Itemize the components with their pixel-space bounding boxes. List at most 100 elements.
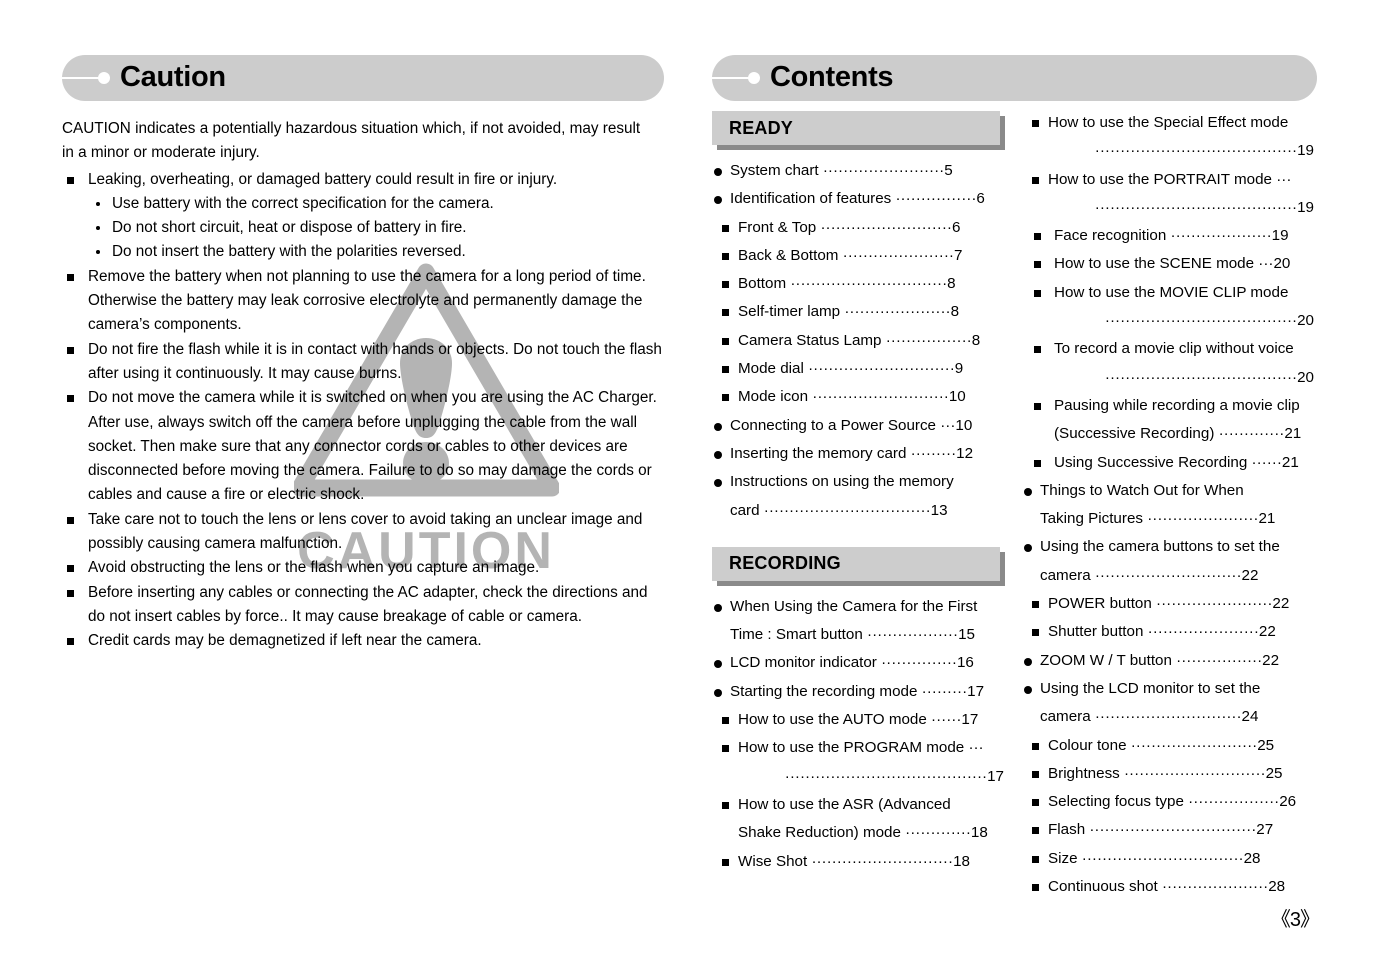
caution-item-text: Avoid obstructing the lens or the flash … bbox=[88, 559, 540, 577]
toc-leader: ················· bbox=[881, 331, 972, 349]
square-bullet-icon bbox=[722, 337, 729, 345]
caution-subitem-text: Use battery with the correct specificati… bbox=[112, 194, 494, 212]
square-bullet-icon bbox=[67, 565, 74, 573]
square-bullet-icon bbox=[722, 858, 729, 866]
toc-entry[interactable]: Using Successive Recording ······21 bbox=[1022, 449, 1314, 477]
document-page: Caution CAUTION CAUTION indicates a pote… bbox=[0, 0, 1381, 954]
round-bullet-icon bbox=[714, 422, 722, 431]
square-bullet-icon bbox=[67, 176, 74, 184]
toc-entry[interactable]: Bottom ·······························8 bbox=[712, 270, 1004, 298]
caution-item-text: Do not fire the flash while it is in con… bbox=[88, 340, 662, 382]
toc-entry[interactable]: Camera Status Lamp ·················8 bbox=[712, 327, 1004, 355]
toc-entry-continued[interactable]: Taking Pictures ······················21 bbox=[1022, 505, 1314, 533]
toc-entry[interactable]: Self-timer lamp ·····················8 bbox=[712, 298, 1004, 326]
caution-item-text: Before inserting any cables or connectin… bbox=[88, 583, 648, 625]
toc-entry[interactable]: Wise Shot ····························18 bbox=[712, 848, 1004, 876]
toc-page-number: 18 bbox=[970, 824, 988, 842]
toc-list-continued: How to use the Special Effect mode ······… bbox=[1022, 109, 1314, 901]
toc-list-recording: When Using the Camera for the First Time … bbox=[712, 593, 1004, 876]
toc-entry[interactable]: How to use the PORTRAIT mode ··· bbox=[1022, 166, 1314, 194]
toc-leader: ·················· bbox=[862, 626, 959, 644]
caution-subitem-text: Do not insert the battery with the polar… bbox=[112, 243, 466, 261]
toc-leader: ····························· bbox=[1090, 708, 1242, 726]
toc-entry[interactable]: Face recognition ····················19 bbox=[1022, 222, 1314, 250]
toc-entry[interactable]: How to use the Special Effect mode bbox=[1022, 109, 1314, 137]
toc-entry[interactable]: Connecting to a Power Source ···10 bbox=[712, 412, 1004, 440]
toc-entry-continued[interactable]: camera ·····························22 bbox=[1022, 562, 1314, 590]
toc-entry-label: System chart bbox=[730, 162, 819, 179]
toc-leader: ················ bbox=[891, 190, 977, 208]
toc-entry[interactable]: System chart ························5 bbox=[712, 157, 1004, 185]
square-bullet-icon bbox=[67, 346, 74, 354]
banner-bullet-line-icon-2 bbox=[710, 55, 770, 101]
toc-entry-label: When Using the Camera for the First bbox=[730, 597, 978, 615]
caution-column: Caution CAUTION CAUTION indicates a pote… bbox=[60, 55, 664, 654]
toc-page-number: 28 bbox=[1268, 878, 1286, 896]
toc-entry-label: To record a movie clip without voice bbox=[1054, 340, 1294, 358]
toc-entry-label: Wise Shot bbox=[738, 852, 808, 870]
toc-entry[interactable]: Flash ·································2… bbox=[1022, 816, 1314, 844]
toc-leader-row: ········································… bbox=[712, 763, 1004, 791]
toc-entry[interactable]: Shutter button ······················22 bbox=[1022, 618, 1314, 646]
toc-page-number: 17 bbox=[967, 682, 985, 700]
toc-entry-continued[interactable]: Time : Smart button ··················15 bbox=[712, 621, 1004, 649]
caution-subitem: Use battery with the correct specificati… bbox=[88, 192, 664, 216]
toc-entry[interactable]: POWER button ·······················22 bbox=[1022, 590, 1314, 618]
toc-leader: ········································… bbox=[1094, 142, 1314, 160]
toc-entry[interactable]: Using the LCD monitor to set the bbox=[1022, 675, 1314, 703]
toc-entry[interactable]: ZOOM W / T button ·················22 bbox=[1022, 647, 1314, 675]
toc-page-number: 21 bbox=[1258, 510, 1276, 528]
toc-entry[interactable]: Pausing while recording a movie clip bbox=[1022, 392, 1314, 420]
toc-leader: ···················· bbox=[1166, 227, 1272, 245]
square-bullet-icon bbox=[1034, 459, 1041, 467]
toc-entry[interactable]: How to use the ASR (Advanced bbox=[712, 791, 1004, 819]
toc-entry-label: Pausing while recording a movie clip bbox=[1054, 396, 1300, 414]
toc-entry-label: card bbox=[730, 501, 760, 519]
round-bullet-icon bbox=[1024, 657, 1032, 666]
toc-entry[interactable]: How to use the MOVIE CLIP mode bbox=[1022, 279, 1314, 307]
square-bullet-icon bbox=[1034, 346, 1041, 354]
toc-entry[interactable]: Brightness ····························2… bbox=[1022, 760, 1314, 788]
toc-entry-continued[interactable]: Shake Reduction) mode ·············18 bbox=[712, 819, 1004, 847]
toc-entry[interactable]: Inserting the memory card ·········12 bbox=[712, 440, 1004, 468]
toc-entry[interactable]: Front & Top ··························6 bbox=[712, 214, 1004, 242]
toc-entry[interactable]: Back & Bottom ······················7 bbox=[712, 242, 1004, 270]
toc-entry[interactable]: How to use the AUTO mode ······17 bbox=[712, 706, 1004, 734]
toc-entry-continued[interactable]: camera ·····························24 bbox=[1022, 703, 1314, 731]
toc-entry[interactable]: When Using the Camera for the First bbox=[712, 593, 1004, 621]
caution-item: Do not fire the flash while it is in con… bbox=[62, 338, 664, 387]
square-bullet-icon bbox=[722, 281, 729, 289]
toc-leader: ····························· bbox=[803, 360, 955, 378]
toc-entry-continued[interactable]: card ·································13 bbox=[712, 497, 1004, 525]
caution-item: Before inserting any cables or connectin… bbox=[62, 581, 664, 630]
toc-page-number: 6 bbox=[951, 218, 961, 236]
toc-entry[interactable]: Continuous shot ·····················28 bbox=[1022, 873, 1314, 901]
toc-leader: ········································… bbox=[1094, 198, 1314, 216]
toc-page-number: 21 bbox=[1281, 453, 1299, 471]
square-bullet-icon bbox=[1032, 827, 1039, 835]
toc-entry-label: Continuous shot bbox=[1048, 878, 1158, 896]
toc-entry[interactable]: Colour tone ·························25 bbox=[1022, 732, 1314, 760]
toc-entry[interactable]: Size ································28 bbox=[1022, 845, 1314, 873]
toc-entry-label: Flash bbox=[1048, 821, 1086, 839]
toc-entry[interactable]: LCD monitor indicator ···············16 bbox=[712, 649, 1004, 677]
square-bullet-icon bbox=[722, 366, 729, 374]
toc-entry[interactable]: Things to Watch Out for When bbox=[1022, 477, 1314, 505]
toc-leader: ················· bbox=[1171, 651, 1263, 669]
toc-entry[interactable]: How to use the SCENE mode ···20 bbox=[1022, 250, 1314, 278]
toc-entry[interactable]: Starting the recording mode ·········17 bbox=[712, 678, 1004, 706]
toc-entry[interactable]: Mode dial ·····························9 bbox=[712, 355, 1004, 383]
round-bullet-icon bbox=[714, 688, 722, 697]
toc-entry[interactable]: Instructions on using the memory bbox=[712, 468, 1004, 496]
toc-entry[interactable]: Identification of features ·············… bbox=[712, 185, 1004, 213]
toc-entry[interactable]: How to use the PROGRAM mode ··· bbox=[712, 734, 1004, 762]
toc-entry-continued[interactable]: (Successive Recording) ·············21 bbox=[1022, 420, 1314, 448]
square-bullet-icon bbox=[1034, 402, 1041, 410]
caution-item: Credit cards may be demagnetized if left… bbox=[62, 629, 664, 653]
caution-intro: CAUTION indicates a potentially hazardou… bbox=[62, 120, 641, 162]
square-bullet-icon bbox=[1032, 770, 1039, 778]
toc-entry[interactable]: Using the camera buttons to set the bbox=[1022, 533, 1314, 561]
toc-entry[interactable]: To record a movie clip without voice bbox=[1022, 335, 1314, 363]
toc-entry[interactable]: Mode icon ···························10 bbox=[712, 383, 1004, 411]
toc-entry[interactable]: Selecting focus type ··················2… bbox=[1022, 788, 1314, 816]
